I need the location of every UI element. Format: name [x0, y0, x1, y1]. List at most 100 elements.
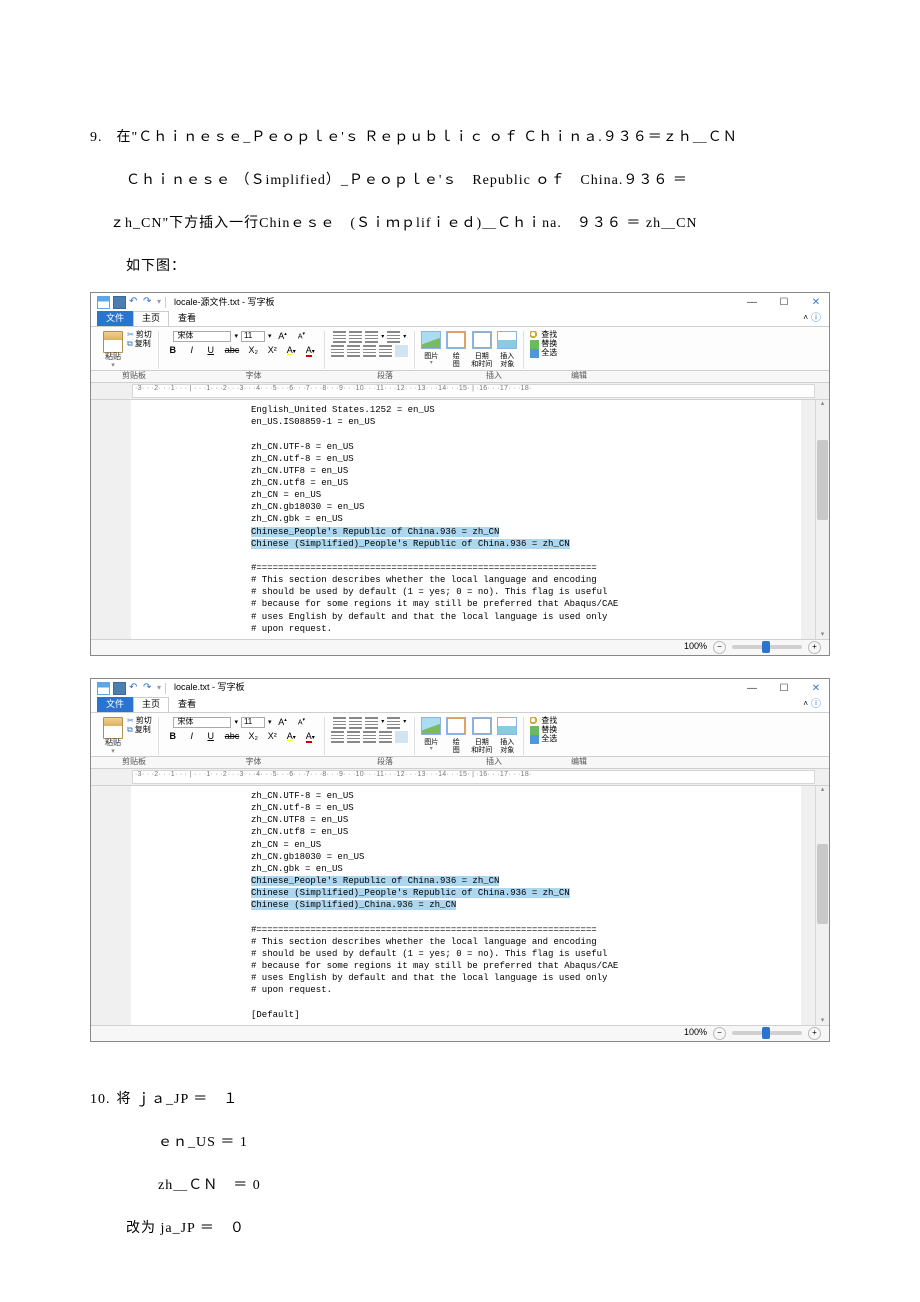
- group-paragraph-label: 段落: [336, 372, 434, 381]
- selectall-button[interactable]: 全选: [530, 349, 557, 358]
- view-tab[interactable]: 查看: [169, 311, 205, 326]
- selectall-button[interactable]: 全选: [530, 735, 557, 744]
- app-menu-icon[interactable]: [97, 682, 110, 695]
- insert-picture-button[interactable]: 图片 ▾: [421, 717, 441, 752]
- linespacing-button[interactable]: [387, 331, 400, 343]
- insert-datetime-button[interactable]: 日期 和时间: [471, 717, 492, 754]
- font-size-select[interactable]: 11: [241, 717, 265, 728]
- font-name-select[interactable]: 宋体: [173, 717, 231, 728]
- highlight-button[interactable]: A▾: [283, 345, 299, 357]
- wp2-title: locale.txt - 写字板: [174, 683, 245, 693]
- wp2-scroll-thumb[interactable]: [817, 844, 828, 924]
- strike-button[interactable]: abc: [222, 345, 243, 357]
- align-left-button[interactable]: [331, 345, 344, 357]
- paragraph-dialog-button[interactable]: [395, 731, 408, 743]
- maximize-button[interactable]: ☐: [777, 683, 791, 694]
- item10-number: 10.: [90, 1082, 112, 1117]
- wp1-scrollbar[interactable]: ▴ ▾: [815, 400, 829, 639]
- item10-line3: zh＿ＣＮ ＝ 0: [90, 1168, 830, 1203]
- italic-button[interactable]: I: [184, 345, 200, 357]
- item10-block: 10. 将 ｊａ_JP ＝ １: [90, 1082, 830, 1117]
- underline-button[interactable]: U: [203, 731, 219, 743]
- app-menu-icon[interactable]: [97, 296, 110, 309]
- bullets-button[interactable]: [365, 717, 378, 729]
- insert-datetime-button[interactable]: 日期 和时间: [471, 331, 492, 368]
- insert-picture-button[interactable]: 图片 ▾: [421, 331, 441, 366]
- align-justify-button[interactable]: [379, 345, 392, 357]
- font-name-select[interactable]: 宋体: [173, 331, 231, 342]
- undo-icon[interactable]: ↶: [129, 683, 140, 694]
- shrink-font-button[interactable]: A▾: [293, 717, 309, 728]
- wp2-scrollbar[interactable]: ▴ ▾: [815, 786, 829, 1025]
- indent-dec-button[interactable]: [333, 717, 346, 729]
- undo-icon[interactable]: ↶: [129, 297, 140, 308]
- insert-paint-button[interactable]: 绘 图: [446, 717, 466, 754]
- italic-button[interactable]: I: [184, 731, 200, 743]
- insert-object-button[interactable]: 插入 对象: [497, 717, 517, 754]
- close-button[interactable]: ✕: [809, 297, 823, 308]
- subscript-button[interactable]: X₂: [245, 731, 261, 743]
- help-icon[interactable]: ⓘ: [811, 699, 823, 710]
- align-right-button[interactable]: [363, 345, 376, 357]
- redo-icon[interactable]: ↷: [143, 683, 154, 694]
- zoom-out-button[interactable]: −: [713, 641, 726, 654]
- align-center-button[interactable]: [347, 345, 360, 357]
- bullets-button[interactable]: [365, 331, 378, 343]
- home-tab[interactable]: 主页: [133, 697, 169, 712]
- close-button[interactable]: ✕: [809, 683, 823, 694]
- subscript-button[interactable]: X₂: [245, 345, 261, 357]
- indent-inc-button[interactable]: [349, 331, 362, 343]
- wp2-text-area[interactable]: zh_CN.UTF-8 = en_USzh_CN.utf-8 = en_USzh…: [131, 786, 801, 1025]
- font-color-button[interactable]: A▾: [302, 345, 318, 357]
- underline-button[interactable]: U: [203, 345, 219, 357]
- find-icon: [530, 331, 539, 340]
- indent-dec-button[interactable]: [333, 331, 346, 343]
- paragraph-dialog-button[interactable]: [395, 345, 408, 357]
- zoom-slider[interactable]: [732, 645, 802, 649]
- linespacing-button[interactable]: [387, 717, 400, 729]
- grow-font-button[interactable]: A▴: [274, 717, 290, 729]
- indent-inc-button[interactable]: [349, 717, 362, 729]
- font-color-button[interactable]: A▾: [302, 731, 318, 743]
- strike-button[interactable]: abc: [222, 731, 243, 743]
- save-icon[interactable]: [113, 682, 126, 695]
- copy-button[interactable]: ⧉复制: [127, 726, 152, 735]
- shrink-font-button[interactable]: A▾: [293, 331, 309, 342]
- zoom-in-button[interactable]: +: [808, 641, 821, 654]
- grow-font-button[interactable]: A▴: [274, 331, 290, 343]
- minimize-button[interactable]: —: [745, 683, 759, 694]
- wp1-text-area[interactable]: English_United States.1252 = en_USen_US.…: [131, 400, 801, 639]
- bold-button[interactable]: B: [165, 345, 181, 357]
- ribbon-minimize-icon[interactable]: ˄: [800, 698, 811, 711]
- font-size-select[interactable]: 11: [241, 331, 265, 342]
- align-right-button[interactable]: [363, 731, 376, 743]
- superscript-button[interactable]: X²: [264, 731, 280, 743]
- bold-button[interactable]: B: [165, 731, 181, 743]
- zoom-out-button[interactable]: −: [713, 1027, 726, 1040]
- view-tab[interactable]: 查看: [169, 697, 205, 712]
- copy-button[interactable]: ⧉复制: [127, 340, 152, 349]
- help-icon[interactable]: ⓘ: [811, 313, 823, 324]
- paste-button[interactable]: [103, 717, 123, 739]
- align-justify-button[interactable]: [379, 731, 392, 743]
- wp1-tabs: 文件 主页 查看 ˄ ⓘ: [91, 311, 829, 326]
- ribbon-minimize-icon[interactable]: ˄: [800, 312, 811, 325]
- align-left-button[interactable]: [331, 731, 344, 743]
- align-center-button[interactable]: [347, 731, 360, 743]
- file-tab[interactable]: 文件: [97, 311, 133, 326]
- find-icon: [530, 717, 539, 726]
- superscript-button[interactable]: X²: [264, 345, 280, 357]
- insert-paint-button[interactable]: 绘 图: [446, 331, 466, 368]
- minimize-button[interactable]: —: [745, 297, 759, 308]
- redo-icon[interactable]: ↷: [143, 297, 154, 308]
- highlight-button[interactable]: A▾: [283, 731, 299, 743]
- insert-object-button[interactable]: 插入 对象: [497, 331, 517, 368]
- wp1-scroll-thumb[interactable]: [817, 440, 828, 520]
- home-tab[interactable]: 主页: [133, 311, 169, 326]
- paste-button[interactable]: [103, 331, 123, 353]
- zoom-in-button[interactable]: +: [808, 1027, 821, 1040]
- maximize-button[interactable]: ☐: [777, 297, 791, 308]
- zoom-slider[interactable]: [732, 1031, 802, 1035]
- file-tab[interactable]: 文件: [97, 697, 133, 712]
- save-icon[interactable]: [113, 296, 126, 309]
